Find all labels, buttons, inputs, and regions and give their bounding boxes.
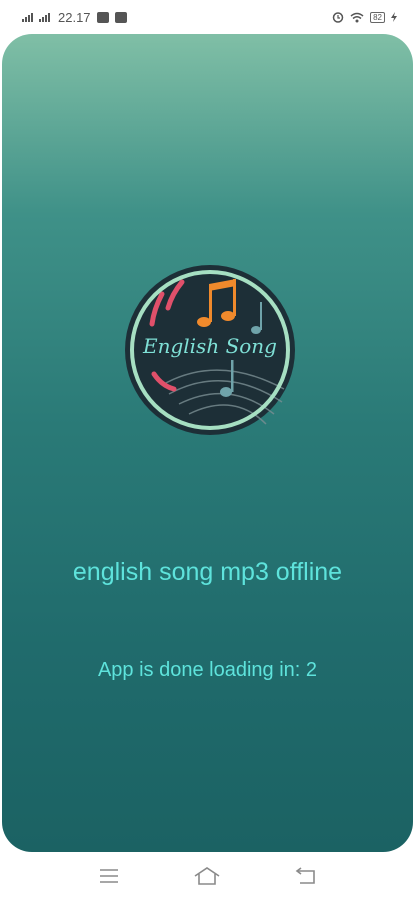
signal-icon-2 [39, 12, 50, 22]
app-name-title: english song mp3 offline [72, 558, 343, 586]
alarm-icon [332, 12, 344, 23]
mail-icon [96, 11, 109, 23]
logo-text: English Song [142, 334, 277, 358]
back-icon [295, 867, 315, 884]
navigation-bar [0, 852, 415, 900]
splash-screen: English Song english song mp3 offline Ap… [2, 34, 413, 852]
home-button[interactable] [189, 862, 225, 890]
battery-icon: 82 [370, 11, 385, 23]
menu-button[interactable] [91, 862, 127, 890]
menu-icon [100, 869, 119, 883]
status-bar-left: 22.17 [22, 10, 127, 25]
status-bar-right: 82 [332, 11, 397, 23]
wifi-icon [350, 12, 364, 22]
back-button[interactable] [288, 862, 324, 890]
loading-countdown: App is done loading in: 2 [97, 659, 318, 681]
home-icon [195, 867, 220, 885]
facebook-icon [114, 11, 127, 23]
charging-icon [391, 12, 397, 22]
status-time: 22.17 [58, 9, 91, 25]
signal-icon [22, 12, 33, 22]
status-bar: 22.17 82 [0, 0, 415, 34]
battery-level: 82 [373, 12, 382, 22]
